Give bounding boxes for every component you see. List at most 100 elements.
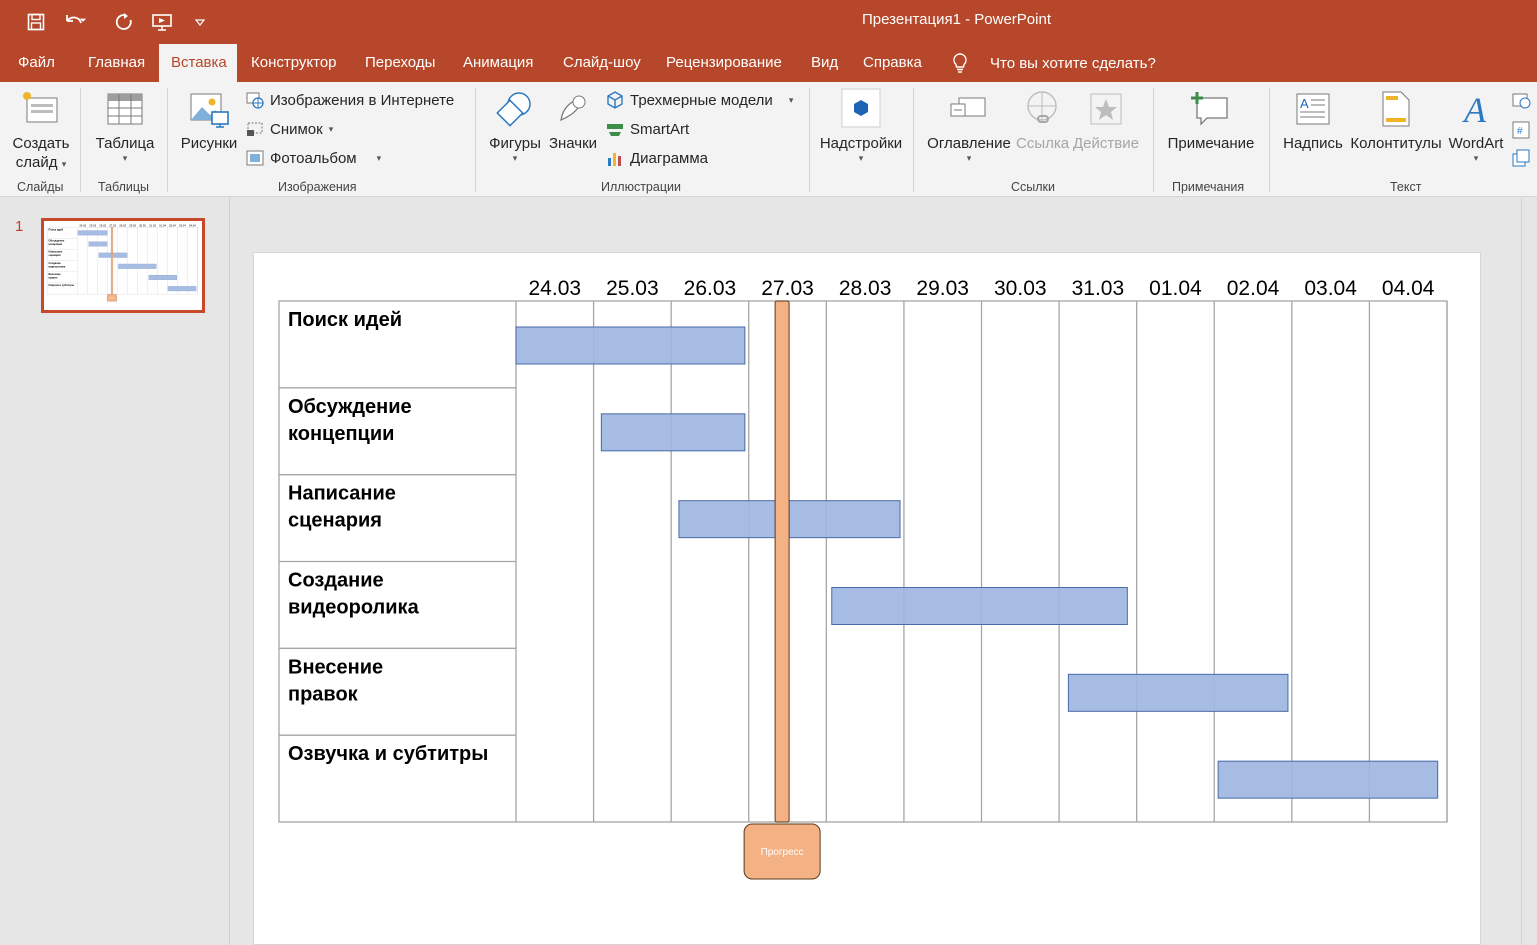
group-label-text: Текст [1390,180,1422,194]
lightbulb-icon [953,53,967,73]
link-label: Ссылка [1016,135,1070,152]
tab-animations[interactable]: Анимация [451,44,545,82]
group-label-images: Изображения [278,180,357,194]
customize-qat-icon[interactable] [188,10,212,34]
gantt-date-label: 24.03 [79,223,86,227]
gantt-date-label: 02.04 [169,223,176,227]
tab-file[interactable]: Файл [6,44,67,82]
comment-button[interactable]: Примечание [1164,90,1258,153]
svg-text:A: A [1462,90,1487,128]
title-bar: Презентация1 - PowerPoint [0,0,1537,44]
icons-icon [560,95,586,122]
tab-insert[interactable]: Вставка [159,44,237,82]
chart-button[interactable]: Диаграмма [606,149,708,167]
gantt-date-label: 01.04 [159,223,166,227]
addins-label: Надстройки [819,135,903,152]
new-slide-label1: Создать [12,135,70,152]
3d-models-button[interactable]: Трехмерные модели ▾ [606,91,793,109]
gantt-task-label: видеоролика [49,265,66,268]
gantt-date-label: 03.04 [179,223,186,227]
icons-button[interactable]: Значки [546,90,600,153]
action-label: Действие [1073,135,1139,152]
online-pictures-icon [246,92,264,109]
action-button[interactable]: Действие [1070,90,1142,153]
undo-icon[interactable] [62,10,98,34]
start-from-beginning-icon[interactable] [150,10,174,34]
object-icon[interactable] [1511,148,1531,168]
slide[interactable]: 24.03 25.03 26.03 27.03 28.03 29.03 30.03 31.03… [253,252,1481,945]
save-icon[interactable] [24,10,48,34]
screenshot-button[interactable]: Снимок ▾ [246,120,333,138]
dropdown-caret-icon: ▾ [512,153,518,163]
ribbon-insert: Создать слайд ▾ Слайды Таблица ▾ Таблицы… [0,82,1537,197]
progress-label: Прогресс [761,847,804,858]
screenshot-icon [247,122,263,136]
slide-thumbnail-pane: 1 24.03 25.03 26.03 27.03 28.03 29.03 30.03 31.… [0,198,230,945]
svg-text:A: A [1300,96,1309,111]
ribbon-tabs: Файл Главная Вставка Конструктор Переход… [0,44,1537,82]
gantt-date-label: 27.03 [761,277,814,300]
comment-icon [1191,92,1228,126]
group-separator [1153,88,1154,192]
gantt-date-label: 29.03 [129,223,136,227]
gantt-task-bar [148,275,177,280]
dropdown-caret-icon: ▾ [328,123,334,134]
slide-thumbnail[interactable]: 24.03 25.03 26.03 27.03 28.03 29.03 30.03 31.03… [41,218,205,313]
textbox-icon: A [1296,93,1330,125]
toc-button[interactable]: Оглавление ▾ [924,90,1014,164]
svg-text:#: # [1517,126,1523,137]
date-time-icon[interactable] [1511,90,1531,110]
group-separator [1269,88,1270,192]
addins-button[interactable]: Надстройки ▾ [818,88,904,164]
pictures-button[interactable]: Рисунки [178,90,240,153]
gantt-task-bar [515,326,746,365]
online-pictures-button[interactable]: Изображения в Интернете [246,91,454,109]
gantt-date-label: 25.03 [606,277,659,300]
smartart-label: SmartArt [630,120,690,138]
toc-label: Оглавление [927,135,1011,152]
window-title: Презентация1 - PowerPoint [862,11,1051,28]
tab-review[interactable]: Рецензирование [654,44,794,82]
shapes-button[interactable]: Фигуры ▾ [486,90,544,164]
textbox-button[interactable]: A Надпись [1280,90,1346,153]
quick-access-toolbar [24,10,212,34]
gantt-task-label: концепции [49,243,63,246]
table-button[interactable]: Таблица ▾ [92,90,158,164]
group-label-links: Ссылки [1011,180,1056,194]
tab-home[interactable]: Главная [76,44,157,82]
gantt-task-label: концепции [288,423,394,445]
gantt-date-label: 26.03 [684,277,737,300]
gantt-task-label: сценария [288,510,382,532]
star-icon [1090,93,1122,125]
smartart-icon [607,124,623,136]
wordart-button[interactable]: A WordArt ▾ [1446,88,1506,164]
textbox-label: Надпись [1283,135,1343,152]
header-footer-label: Колонтитулы [1350,135,1442,152]
tell-me-box[interactable]: Что вы хотите сделать? [952,44,1156,82]
gantt-task-bar [77,230,108,236]
header-footer-button[interactable]: Колонтитулы [1348,90,1444,153]
cube-icon [607,91,623,109]
link-button[interactable]: Ссылка [1016,90,1070,153]
redo-icon[interactable] [112,10,136,34]
gantt-date-label: 24.03 [529,277,582,300]
vertical-scrollbar[interactable] [1521,198,1537,945]
slide-number: 1 [15,218,24,235]
tab-help[interactable]: Справка [851,44,934,82]
slide-number-icon[interactable]: # [1511,120,1531,140]
smartart-button[interactable]: SmartArt [606,120,689,138]
group-separator [167,88,168,192]
new-slide-button[interactable]: Создать слайд ▾ [8,90,74,174]
tab-design[interactable]: Конструктор [239,44,349,82]
photo-album-button[interactable]: Фотоальбом ▾ [246,149,381,167]
tab-slideshow[interactable]: Слайд-шоу [551,44,653,82]
tab-view[interactable]: Вид [799,44,850,82]
gantt-task-bar [831,587,1128,625]
progress-handle [107,294,117,302]
gantt-task-label: правок [49,276,59,279]
tab-transitions[interactable]: Переходы [353,44,447,82]
3d-models-label: Трехмерные модели [630,91,773,109]
chart-icon [608,153,621,166]
group-label-tables: Таблицы [98,180,150,194]
slide-thumbnail-preview: 24.03 25.03 26.03 27.03 28.03 29.03 30.03 31.03… [47,223,198,302]
